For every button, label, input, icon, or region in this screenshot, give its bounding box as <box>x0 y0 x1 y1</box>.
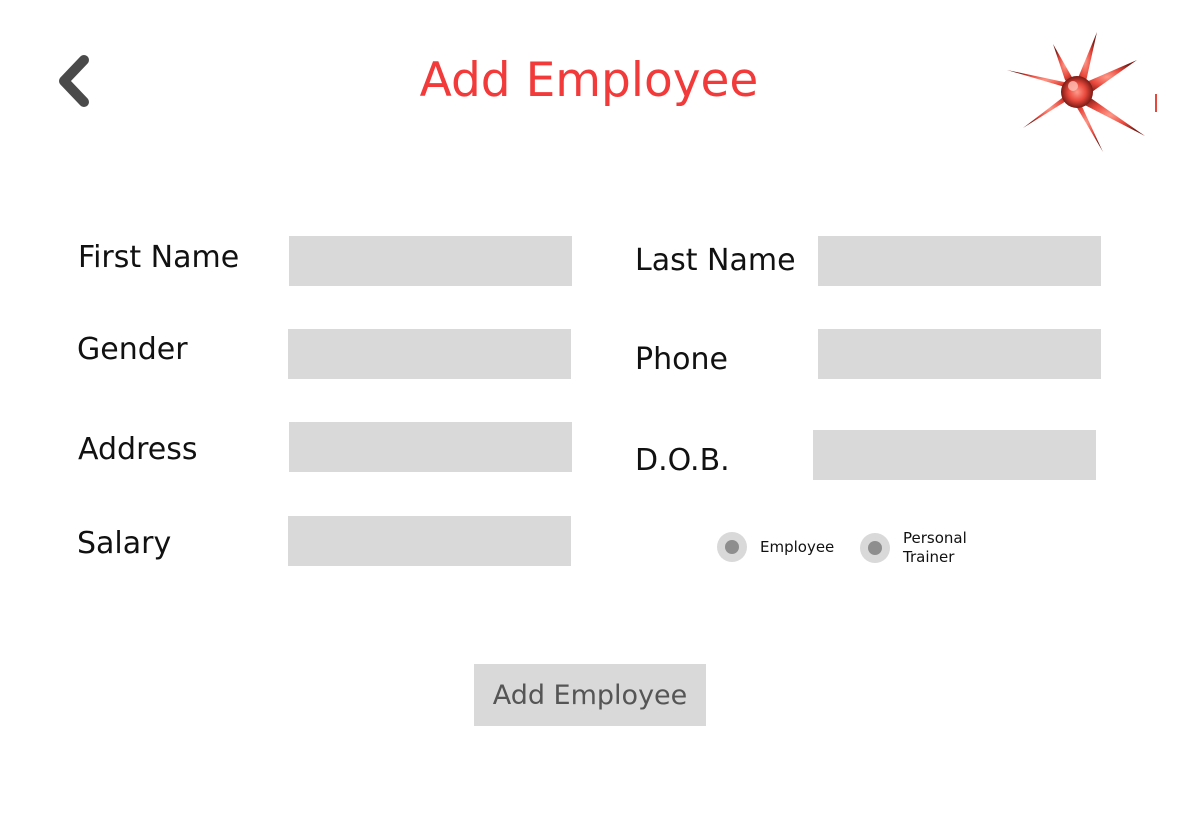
first-name-input[interactable] <box>289 236 572 286</box>
address-label: Address <box>78 432 198 467</box>
phone-input[interactable] <box>818 329 1101 379</box>
gender-label: Gender <box>77 332 188 367</box>
radio-label-personal-trainer: Personal Trainer <box>903 529 967 566</box>
logo <box>1005 28 1165 154</box>
salary-input[interactable] <box>288 516 571 566</box>
salary-label: Salary <box>77 526 172 561</box>
last-name-input[interactable] <box>818 236 1101 286</box>
radio-button[interactable] <box>717 532 747 562</box>
radio-label-employee: Employee <box>760 537 835 556</box>
role-radio-employee[interactable]: Employee <box>717 532 834 562</box>
radio-dot <box>868 541 882 555</box>
gender-input[interactable] <box>288 329 571 379</box>
radio-dot <box>725 540 739 554</box>
role-radio-personal-trainer[interactable]: Personal Trainer <box>860 529 983 567</box>
first-name-label: First Name <box>78 240 240 275</box>
page-title: Add Employee <box>419 53 759 108</box>
red-starburst-logo-icon <box>1007 32 1157 152</box>
radio-button[interactable] <box>860 533 890 563</box>
address-input[interactable] <box>289 422 572 472</box>
dob-input[interactable] <box>813 430 1096 480</box>
phone-label: Phone <box>635 342 728 377</box>
last-name-label: Last Name <box>635 243 796 278</box>
dob-label: D.O.B. <box>635 443 730 478</box>
add-employee-button[interactable]: Add Employee <box>474 664 706 726</box>
